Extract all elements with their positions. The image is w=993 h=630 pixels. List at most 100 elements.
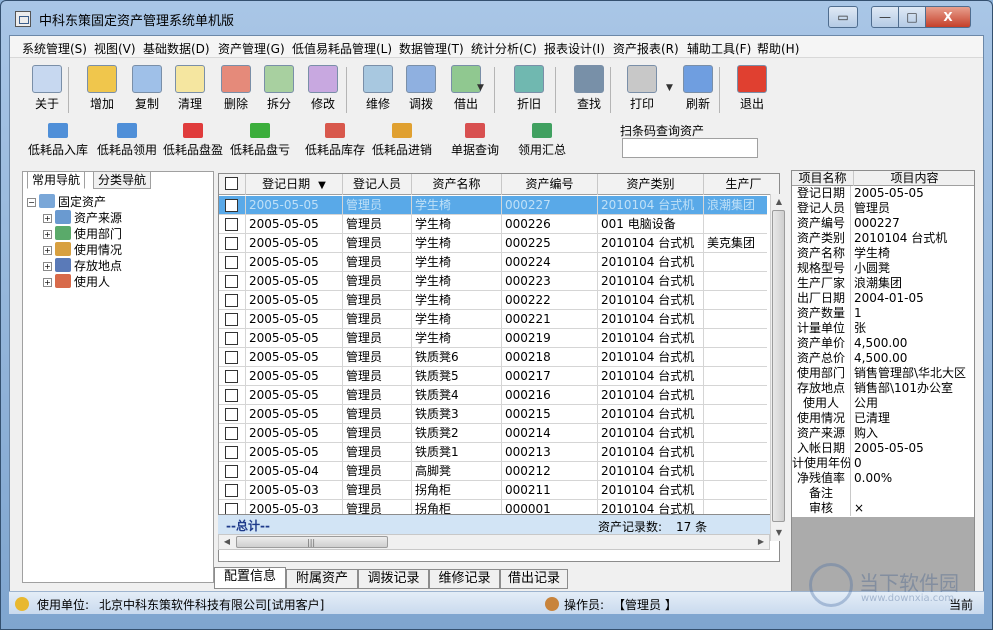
row-checkbox[interactable] (225, 199, 238, 212)
toolbar-button-8[interactable]: 调拨 (399, 63, 443, 117)
toolbar-button-7[interactable]: 维修 (356, 63, 400, 117)
scroll-up-icon[interactable]: ▲ (771, 194, 787, 210)
expand-icon[interactable]: + (43, 262, 52, 271)
table-row[interactable]: 2005-05-05 管理员 学生椅 000226 001 电脑设备 (219, 215, 767, 234)
row-select-cell[interactable] (219, 272, 246, 291)
column-header-2[interactable]: 资产名称 (412, 174, 502, 195)
toolbar-button-2[interactable]: 复制 (125, 63, 169, 117)
table-row[interactable]: 2005-05-04 管理员 高脚凳 000212 2010104 台式机 (219, 462, 767, 481)
column-header-3[interactable]: 资产编号 (502, 174, 598, 195)
expand-icon[interactable]: + (43, 214, 52, 223)
row-checkbox[interactable] (225, 484, 238, 497)
scroll-right-icon[interactable]: ▶ (753, 535, 769, 549)
table-row[interactable]: 2005-05-03 管理员 拐角柜 000211 2010104 台式机 (219, 481, 767, 500)
table-row[interactable]: 2005-05-05 管理员 学生椅 000222 2010104 台式机 (219, 291, 767, 310)
row-checkbox[interactable] (225, 351, 238, 364)
table-row[interactable]: 2005-05-05 管理员 学生椅 000227 2010104 台式机 浪潮集团 (219, 196, 767, 215)
toolbar-button-4[interactable]: 删除 (214, 63, 258, 117)
row-select-cell[interactable] (219, 253, 246, 272)
bottom-tab-3[interactable]: 维修记录 (429, 569, 500, 589)
header-select-all[interactable] (219, 174, 246, 195)
toolbar2-button-7[interactable]: 领用汇总 (518, 123, 566, 158)
toolbar-button-13[interactable]: 刷新 (676, 63, 720, 117)
grid-vertical-scrollbar[interactable]: ▲ ▼ (770, 194, 786, 541)
toolbar2-button-0[interactable]: 低耗品入库 (28, 123, 88, 158)
table-row[interactable]: 2005-05-05 管理员 铁质凳3 000215 2010104 台式机 (219, 405, 767, 424)
grid-horizontal-scrollbar[interactable]: ◀ ||| ▶ (218, 534, 770, 550)
row-checkbox[interactable] (225, 427, 238, 440)
row-select-cell[interactable] (219, 424, 246, 443)
row-select-cell[interactable] (219, 386, 246, 405)
column-header-1[interactable]: 登记人员 (343, 174, 412, 195)
row-checkbox[interactable] (225, 332, 238, 345)
toolbar2-button-5[interactable]: 低耗品进销 (372, 123, 432, 158)
row-select-cell[interactable] (219, 215, 246, 234)
scroll-thumb[interactable] (772, 210, 785, 522)
table-row[interactable]: 2005-05-05 管理员 学生椅 000224 2010104 台式机 (219, 253, 767, 272)
title-bar[interactable]: 中科东策固定资产管理系统单机版 ▭ — □ X (1, 1, 992, 35)
lend-dropdown-icon[interactable]: ▼ (477, 83, 484, 93)
menu-item-3[interactable]: 资产管理(G) (218, 40, 285, 57)
menu-item-2[interactable]: 基础数据(D) (143, 40, 210, 57)
sort-desc-icon[interactable]: ▼ (318, 180, 326, 191)
table-row[interactable]: 2005-05-05 管理员 铁质凳1 000213 2010104 台式机 (219, 443, 767, 462)
table-row[interactable]: 2005-05-05 管理员 学生椅 000221 2010104 台式机 (219, 310, 767, 329)
toolbar-button-3[interactable]: 清理 (168, 63, 212, 117)
row-select-cell[interactable] (219, 329, 246, 348)
row-select-cell[interactable] (219, 196, 246, 215)
menu-item-10[interactable]: 帮助(H) (757, 40, 799, 57)
table-row[interactable]: 2005-05-05 管理员 铁质凳6 000218 2010104 台式机 (219, 348, 767, 367)
table-row[interactable]: 2005-05-05 管理员 铁质凳2 000214 2010104 台式机 (219, 424, 767, 443)
toolbar-button-6[interactable]: 修改 (301, 63, 345, 117)
barcode-search-input[interactable] (622, 138, 758, 158)
expand-icon[interactable]: + (43, 230, 52, 239)
column-header-5[interactable]: 生产厂 (704, 174, 779, 195)
table-row[interactable]: 2005-05-05 管理员 铁质凳4 000216 2010104 台式机 (219, 386, 767, 405)
row-select-cell[interactable] (219, 443, 246, 462)
toolbar2-button-6[interactable]: 单据查询 (451, 123, 499, 158)
row-select-cell[interactable] (219, 310, 246, 329)
horizontal-scroll-thumb[interactable]: ||| (236, 536, 388, 548)
table-row[interactable]: 2005-05-05 管理员 学生椅 000219 2010104 台式机 (219, 329, 767, 348)
table-row[interactable]: 2005-05-05 管理员 铁质凳5 000217 2010104 台式机 (219, 367, 767, 386)
toolbar-button-1[interactable]: 增加 (80, 63, 124, 117)
toolbar2-button-1[interactable]: 低耗品领用 (97, 123, 157, 158)
select-all-checkbox[interactable] (225, 177, 238, 190)
tree-item-4[interactable]: + 使用人 (43, 274, 110, 290)
menu-item-9[interactable]: 辅助工具(F) (687, 40, 751, 57)
toolbar-button-11[interactable]: 查找 (567, 63, 611, 117)
toolbar-button-12[interactable]: 打印 (620, 63, 664, 117)
menu-item-1[interactable]: 视图(V) (94, 40, 136, 57)
row-checkbox[interactable] (225, 313, 238, 326)
toolbar-button-5[interactable]: 拆分 (257, 63, 301, 117)
row-checkbox[interactable] (225, 370, 238, 383)
toolbar-button-14[interactable]: 退出 (730, 63, 774, 117)
tab-category-nav[interactable]: 分类导航 (93, 171, 152, 189)
row-checkbox[interactable] (225, 446, 238, 459)
toolbar2-button-3[interactable]: 低耗品盘亏 (230, 123, 290, 158)
tree-item-2[interactable]: + 使用情况 (43, 242, 122, 258)
row-select-cell[interactable] (219, 348, 246, 367)
menu-item-4[interactable]: 低值易耗品管理(L) (292, 40, 392, 57)
row-select-cell[interactable] (219, 462, 246, 481)
aux-window-button[interactable]: ▭ (828, 6, 858, 28)
row-select-cell[interactable] (219, 234, 246, 253)
collapse-icon[interactable]: − (27, 198, 36, 207)
tree-root[interactable]: − 固定资产 (27, 194, 106, 210)
table-row[interactable]: 2005-05-05 管理员 学生椅 000223 2010104 台式机 (219, 272, 767, 291)
row-checkbox[interactable] (225, 218, 238, 231)
menu-item-6[interactable]: 统计分析(C) (471, 40, 537, 57)
row-checkbox[interactable] (225, 237, 238, 250)
scroll-left-icon[interactable]: ◀ (219, 535, 235, 549)
row-checkbox[interactable] (225, 465, 238, 478)
menu-item-0[interactable]: 系统管理(S) (22, 40, 87, 57)
row-checkbox[interactable] (225, 294, 238, 307)
close-button[interactable]: X (925, 6, 971, 28)
menu-item-8[interactable]: 资产报表(R) (613, 40, 679, 57)
bottom-tab-2[interactable]: 调拨记录 (358, 569, 429, 589)
bottom-tab-0[interactable]: 配置信息 (214, 567, 286, 589)
row-checkbox[interactable] (225, 275, 238, 288)
maximize-button[interactable]: □ (898, 6, 926, 28)
row-select-cell[interactable] (219, 291, 246, 310)
scroll-down-icon[interactable]: ▼ (771, 525, 787, 541)
